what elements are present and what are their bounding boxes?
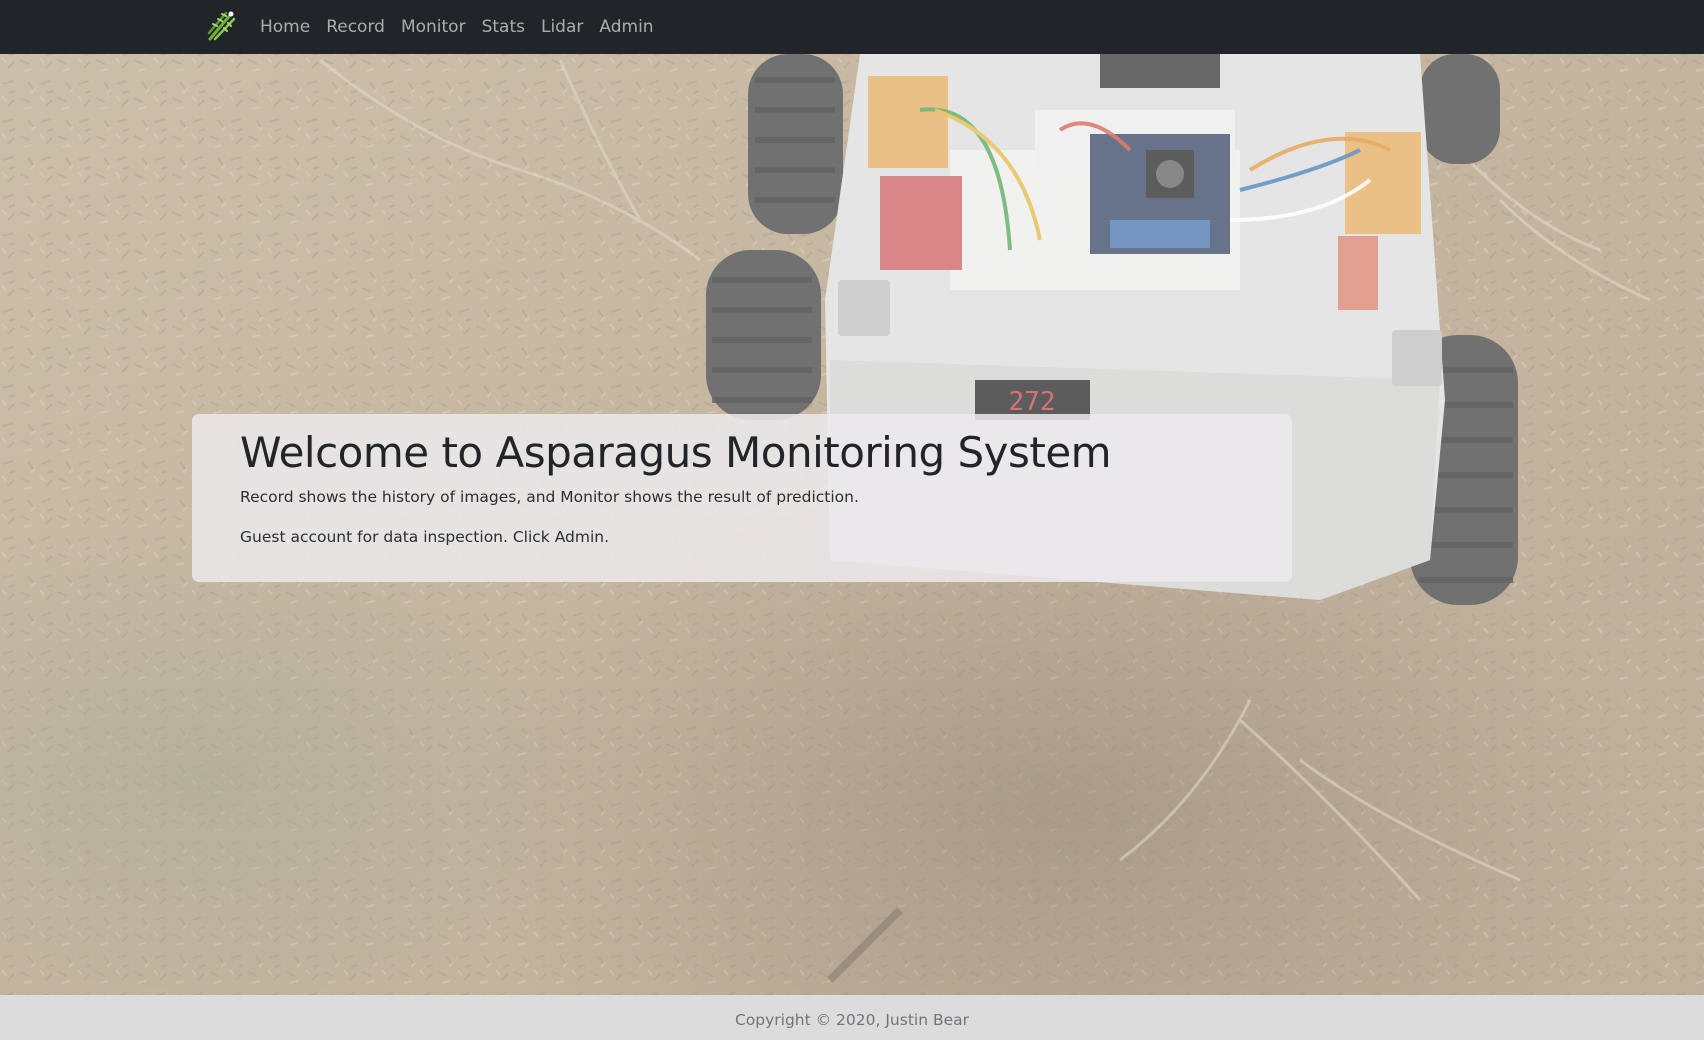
intro-text: Record shows the history of images, and … (240, 488, 859, 506)
nav-link-admin[interactable]: Admin (591, 17, 661, 37)
nav-link-home[interactable]: Home (260, 17, 318, 37)
nav-links: Home Record Monitor Stats Lidar Admin (260, 0, 662, 54)
top-navbar: Home Record Monitor Stats Lidar Admin (0, 0, 1704, 54)
welcome-jumbotron: Welcome to Asparagus Monitoring System R… (192, 414, 1292, 582)
nav-link-record[interactable]: Record (318, 17, 393, 37)
nav-link-lidar[interactable]: Lidar (533, 17, 591, 37)
asparagus-logo-icon[interactable] (204, 8, 238, 42)
page-footer: Copyright © 2020, Justin Bear (0, 995, 1704, 1040)
guest-account-text: Guest account for data inspection. Click… (240, 528, 610, 546)
nav-link-stats[interactable]: Stats (474, 17, 533, 37)
nav-link-monitor[interactable]: Monitor (393, 17, 474, 37)
copyright-text: Copyright © 2020, Justin Bear (734, 1011, 970, 1029)
page-title: Welcome to Asparagus Monitoring System (240, 428, 1112, 477)
